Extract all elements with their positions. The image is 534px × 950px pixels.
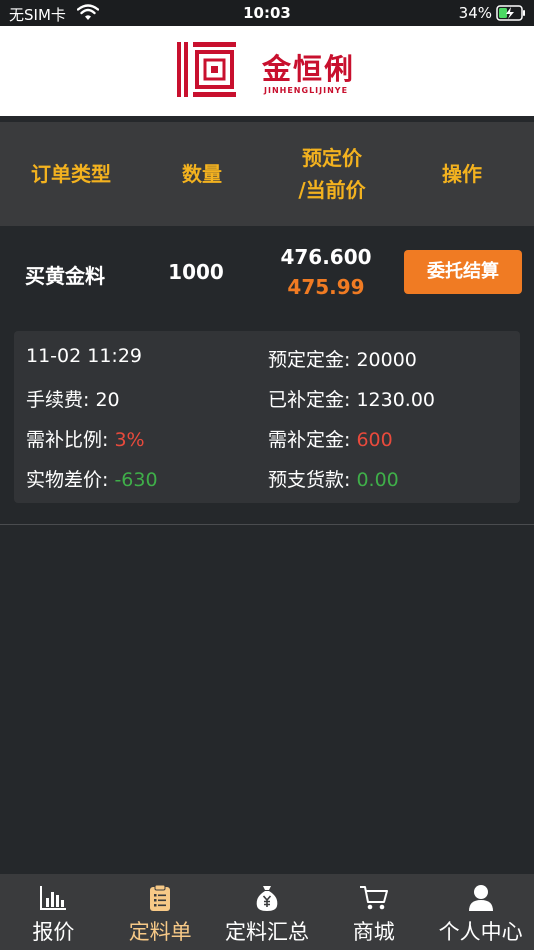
tab-summary[interactable]: 定料汇总 <box>214 874 321 950</box>
tab-quotes-label: 报价 <box>32 920 75 944</box>
brand-logo-icon <box>177 42 236 97</box>
tab-mall-label: 商城 <box>352 920 395 944</box>
battery-charging-icon <box>496 5 525 21</box>
fee-label: 手续费: <box>26 389 96 411</box>
clock: 10:03 <box>243 4 291 22</box>
paid-deposit-value: 1230.00 <box>356 389 436 411</box>
needed-deposit-label: 需补定金: <box>268 429 357 451</box>
paid-deposit-field: 已补定金: 1230.00 <box>268 385 435 412</box>
brand-subtitle: JINHENGLIJINYE <box>264 86 349 95</box>
tab-quotes[interactable]: 报价 <box>0 874 107 950</box>
ratio-field: 需补比例: 3% <box>26 425 145 452</box>
app-header: 金恒俐 JINHENGLIJINYE <box>0 26 534 116</box>
deposit-value: 20000 <box>356 349 417 371</box>
current-price: 475.99 <box>287 275 365 299</box>
screen: 无SIM卡 10:03 34% 金恒俐 JINHENGLIJINYE 订单类型 … <box>0 0 534 950</box>
clipboard-icon <box>150 884 171 911</box>
cart-icon <box>359 886 388 910</box>
price-diff-label: 实物差价: <box>26 469 115 491</box>
tab-profile[interactable]: 个人中心 <box>427 874 534 950</box>
price-diff-field: 实物差价: -630 <box>26 465 158 492</box>
tab-profile-label: 个人中心 <box>438 920 523 944</box>
prepay-field: 预支货款: 0.00 <box>268 465 399 492</box>
order-type: 买黄金料 <box>25 264 105 288</box>
bottom-tab-bar: 报价 定料单 定料汇总 商城 个人中心 <box>0 874 534 950</box>
ratio-value: 3% <box>114 429 145 451</box>
order-datetime: 11-02 11:29 <box>26 345 143 367</box>
brand-name: 金恒俐 <box>262 52 356 86</box>
tab-summary-label: 定料汇总 <box>224 920 309 944</box>
column-price: 预定价 /当前价 <box>262 122 402 226</box>
battery-percent: 34% <box>458 4 492 22</box>
prepay-label: 预支货款: <box>268 469 357 491</box>
fee-value: 20 <box>95 389 120 411</box>
column-order-type: 订单类型 <box>31 162 111 186</box>
deposit-label: 预定定金: <box>268 349 357 371</box>
deposit-field: 预定定金: 20000 <box>268 345 417 372</box>
tab-orders[interactable]: 定料单 <box>107 874 214 950</box>
tab-mall[interactable]: 商城 <box>320 874 427 950</box>
bar-chart-icon <box>40 886 67 910</box>
column-price-line1: 预定价 <box>302 146 362 170</box>
column-price-line2: /当前价 <box>298 178 366 202</box>
table-header: 订单类型 数量 预定价 /当前价 操作 <box>0 122 534 226</box>
prepay-value: 0.00 <box>356 469 399 491</box>
paid-deposit-label: 已补定金: <box>268 389 357 411</box>
needed-deposit-field: 需补定金: 600 <box>268 425 393 452</box>
order-quantity: 1000 <box>168 260 224 284</box>
order-detail-card: 11-02 11:29 预定定金: 20000 手续费: 20 已补定金: 12… <box>14 331 520 503</box>
price-diff-value: -630 <box>114 469 158 491</box>
row-divider <box>0 524 534 525</box>
order-row: 买黄金料 1000 476.600 475.99 委托结算 11-02 11:2… <box>0 226 534 526</box>
user-icon <box>468 885 493 911</box>
column-quantity: 数量 <box>182 162 222 186</box>
needed-deposit-value: 600 <box>356 429 393 451</box>
settle-button[interactable]: 委托结算 <box>404 250 522 294</box>
ratio-label: 需补比例: <box>26 429 115 451</box>
tab-orders-label: 定料单 <box>128 920 192 944</box>
column-action: 操作 <box>442 162 482 186</box>
money-bag-icon <box>256 886 278 911</box>
preset-price: 476.600 <box>280 245 372 269</box>
fee-field: 手续费: 20 <box>26 385 120 412</box>
status-bar: 无SIM卡 10:03 34% <box>0 0 534 26</box>
